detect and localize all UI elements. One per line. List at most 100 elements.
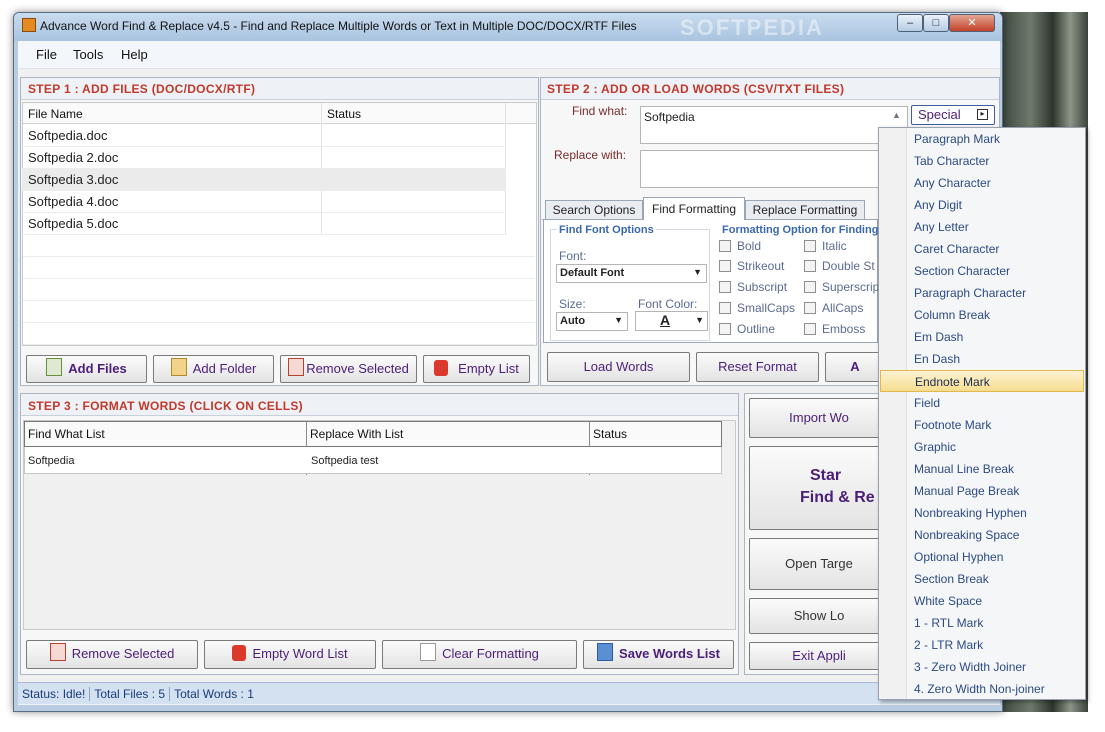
- file-row[interactable]: Softpedia 4.doc: [22, 191, 506, 213]
- italic-label: Italic: [822, 239, 847, 253]
- menu-item-any-character[interactable]: Any Character: [880, 172, 1084, 194]
- add-files-button[interactable]: Add Files: [26, 355, 147, 383]
- file-row[interactable]: Softpedia 5.doc: [22, 213, 506, 235]
- load-words-button[interactable]: Load Words: [547, 352, 690, 382]
- minimize-button[interactable]: –: [897, 14, 923, 32]
- emboss-checkbox[interactable]: [804, 323, 816, 335]
- font-color-label: Font Color:: [638, 297, 698, 311]
- save-words-list-button[interactable]: Save Words List: [583, 640, 734, 669]
- menu-item-rtl-mark[interactable]: 1 - RTL Mark: [880, 612, 1084, 634]
- subscript-checkbox[interactable]: [719, 281, 731, 293]
- double-strikethrough-checkbox[interactable]: [804, 260, 816, 272]
- empty-list-label: Empty List: [458, 361, 519, 376]
- show-log-button[interactable]: Show Lo: [749, 598, 889, 634]
- load-words-label: Load Words: [583, 359, 654, 374]
- menu-tools[interactable]: Tools: [73, 47, 103, 62]
- empty-word-list-button[interactable]: Empty Word List: [204, 640, 376, 669]
- remove-selected-label: Remove Selected: [306, 361, 409, 376]
- maximize-button[interactable]: □: [923, 14, 949, 32]
- menu-item-paragraph-character[interactable]: Paragraph Character: [880, 282, 1084, 304]
- open-target-label: Open Targe: [785, 556, 853, 571]
- reset-format-button[interactable]: Reset Format: [696, 352, 819, 382]
- menu-file[interactable]: File: [36, 47, 57, 62]
- empty-row-lines: [23, 235, 535, 345]
- column-status[interactable]: Status: [327, 107, 361, 121]
- replace-with-input[interactable]: [640, 150, 908, 188]
- tab-replace-formatting[interactable]: Replace Formatting: [745, 200, 865, 220]
- exit-application-label: Exit Appli: [792, 648, 846, 663]
- size-label: Size:: [559, 297, 586, 311]
- allcaps-checkbox[interactable]: [804, 302, 816, 314]
- menu-item-column-break[interactable]: Column Break: [880, 304, 1084, 326]
- remove-selected-words-label: Remove Selected: [71, 646, 175, 661]
- menu-item-en-dash[interactable]: En Dash: [880, 348, 1084, 370]
- file-row[interactable]: Softpedia 2.doc: [22, 147, 506, 169]
- find-scroll-up-icon[interactable]: ▲: [892, 110, 901, 120]
- import-words-button[interactable]: Import Wo: [749, 398, 889, 438]
- special-button[interactable]: Special ▸: [911, 105, 995, 125]
- close-button[interactable]: ✕: [949, 14, 995, 32]
- remove-selected-files-button[interactable]: Remove Selected: [280, 355, 417, 383]
- start-find-replace-button[interactable]: Star Find & Re: [749, 446, 889, 530]
- menu-item-manual-line-break[interactable]: Manual Line Break: [880, 458, 1084, 480]
- menu-item-ltr-mark[interactable]: 2 - LTR Mark: [880, 634, 1084, 656]
- size-select[interactable]: Auto ▼: [556, 312, 628, 331]
- column-find-what-list[interactable]: Find What List: [28, 427, 105, 441]
- menu-item-nonbreaking-hyphen[interactable]: Nonbreaking Hyphen: [880, 502, 1084, 524]
- clear-formatting-button[interactable]: Clear Formatting: [382, 640, 577, 669]
- clear-formatting-icon: [420, 643, 437, 661]
- menu-item-tab-character[interactable]: Tab Character: [880, 150, 1084, 172]
- column-file-name[interactable]: File Name: [28, 107, 83, 121]
- menu-item-section-character[interactable]: Section Character: [880, 260, 1084, 282]
- menu-item-field[interactable]: Field: [880, 392, 1084, 414]
- column-replace-with-list[interactable]: Replace With List: [310, 427, 403, 441]
- open-target-button[interactable]: Open Targe: [749, 538, 889, 590]
- add-folder-button[interactable]: Add Folder: [153, 355, 274, 383]
- total-files: Total Files : 5: [94, 687, 166, 701]
- menu-item-white-space[interactable]: White Space: [880, 590, 1084, 612]
- menu-item-em-dash[interactable]: Em Dash: [880, 326, 1084, 348]
- menu-item-any-digit[interactable]: Any Digit: [880, 194, 1084, 216]
- bold-checkbox[interactable]: [719, 240, 731, 252]
- step3-title: STEP 3 : FORMAT WORDS (CLICK ON CELLS): [28, 399, 303, 413]
- menu-help[interactable]: Help: [121, 47, 148, 62]
- menu-item-zero-width-joiner[interactable]: 3 - Zero Width Joiner: [880, 656, 1084, 678]
- add-word-button[interactable]: A: [825, 352, 885, 382]
- smallcaps-checkbox[interactable]: [719, 302, 731, 314]
- menu-item-endnote-mark[interactable]: Endnote Mark: [880, 370, 1084, 392]
- find-what-input[interactable]: Softpedia: [640, 106, 908, 144]
- strikeout-checkbox[interactable]: [719, 260, 731, 272]
- superscript-checkbox[interactable]: [804, 281, 816, 293]
- find-cell[interactable]: Softpedia: [28, 455, 74, 467]
- tab-find-formatting[interactable]: Find Formatting: [643, 197, 745, 221]
- save-icon: [597, 643, 614, 661]
- exit-application-button[interactable]: Exit Appli: [749, 642, 889, 670]
- remove-icon: [288, 358, 305, 376]
- menu-item-nonbreaking-space[interactable]: Nonbreaking Space: [880, 524, 1084, 546]
- remove-selected-words-button[interactable]: Remove Selected: [26, 640, 198, 669]
- find-what-label: Find what:: [572, 104, 628, 118]
- menu-item-any-letter[interactable]: Any Letter: [880, 216, 1084, 238]
- size-select-value: Auto: [560, 315, 586, 327]
- file-row[interactable]: Softpedia 3.doc: [22, 169, 506, 191]
- italic-checkbox[interactable]: [804, 240, 816, 252]
- column-word-status[interactable]: Status: [593, 427, 627, 441]
- remove-icon: [49, 643, 66, 661]
- menu-item-section-break[interactable]: Section Break: [880, 568, 1084, 590]
- menu-item-paragraph-mark[interactable]: Paragraph Mark: [880, 128, 1084, 150]
- replace-cell[interactable]: Softpedia test: [311, 455, 378, 467]
- menu-item-graphic[interactable]: Graphic: [880, 436, 1084, 458]
- file-row[interactable]: Softpedia.doc: [22, 125, 506, 147]
- format-options-title: Formatting Option for Finding W: [722, 224, 892, 236]
- empty-list-button[interactable]: Empty List: [423, 355, 530, 383]
- menu-item-manual-page-break[interactable]: Manual Page Break: [880, 480, 1084, 502]
- font-select[interactable]: Default Font ▼: [556, 264, 707, 283]
- outline-checkbox[interactable]: [719, 323, 731, 335]
- menu-item-optional-hyphen[interactable]: Optional Hyphen: [880, 546, 1084, 568]
- menu-item-zero-width-non-joiner[interactable]: 4. Zero Width Non-joiner: [880, 678, 1084, 700]
- import-words-label: Import Wo: [789, 410, 849, 425]
- font-color-picker[interactable]: A ▼: [635, 311, 708, 331]
- menu-item-footnote-mark[interactable]: Footnote Mark: [880, 414, 1084, 436]
- menu-item-caret-character[interactable]: Caret Character: [880, 238, 1084, 260]
- tab-search-options[interactable]: Search Options: [545, 200, 643, 220]
